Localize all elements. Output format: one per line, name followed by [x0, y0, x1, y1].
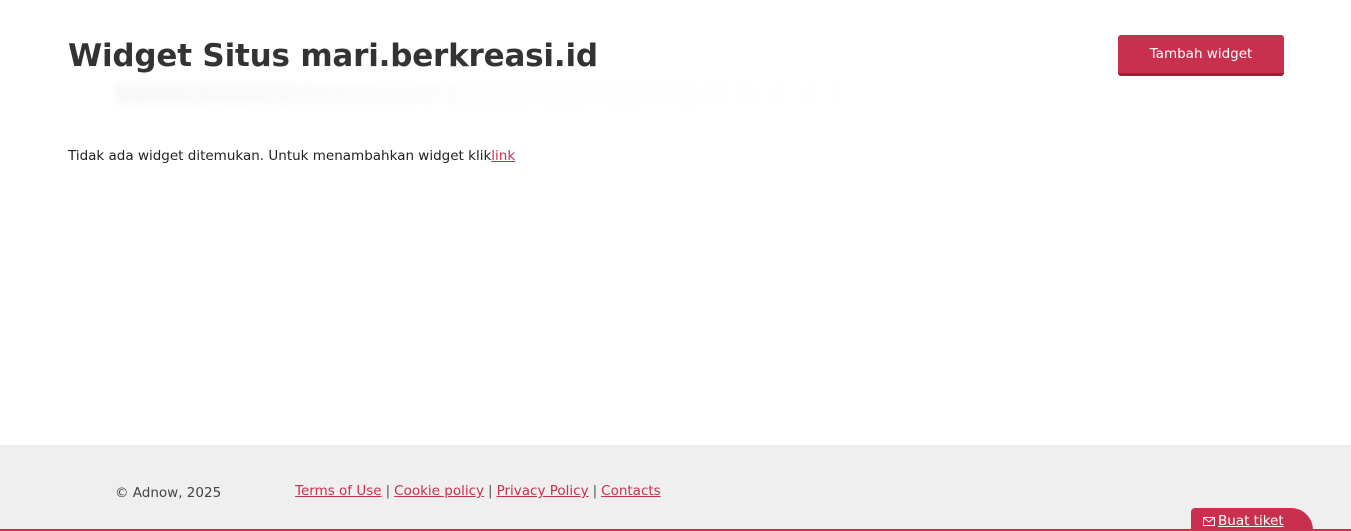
footer-links: Terms of Use | Cookie policy | Privacy Polic… [295, 483, 661, 499]
create-ticket-label: Buat tiket [1218, 513, 1284, 529]
footer-separator: | [385, 483, 391, 499]
empty-state-text: Tidak ada widget ditemukan. Untuk menamb… [68, 148, 492, 164]
footer-separator: | [488, 483, 493, 499]
copyright-text: © Adnow, 2025 [115, 485, 222, 501]
page: Widget Situs mari.berkreasi.id Tambah wi… [0, 0, 1351, 531]
terms-of-use-link[interactable]: Terms of Use [295, 483, 382, 499]
privacy-policy-link[interactable]: Privacy Policy [497, 483, 589, 499]
contacts-link[interactable]: Contacts [601, 483, 661, 499]
empty-state-message: Tidak ada widget ditemukan. Untuk menamb… [68, 147, 515, 165]
title-underline-shadow [115, 84, 855, 104]
create-ticket-button[interactable]: Buat tiket [1191, 508, 1313, 531]
footer: © Adnow, 2025 Terms of Use | Cookie policy… [0, 445, 1351, 531]
page-title: Widget Situs mari.berkreasi.id [68, 38, 598, 74]
add-widget-link[interactable]: link [491, 148, 515, 164]
add-widget-button[interactable]: Tambah widget [1118, 35, 1284, 76]
mail-icon [1203, 517, 1215, 526]
footer-separator: | [592, 483, 598, 499]
cookie-policy-link[interactable]: Cookie policy [394, 483, 484, 499]
